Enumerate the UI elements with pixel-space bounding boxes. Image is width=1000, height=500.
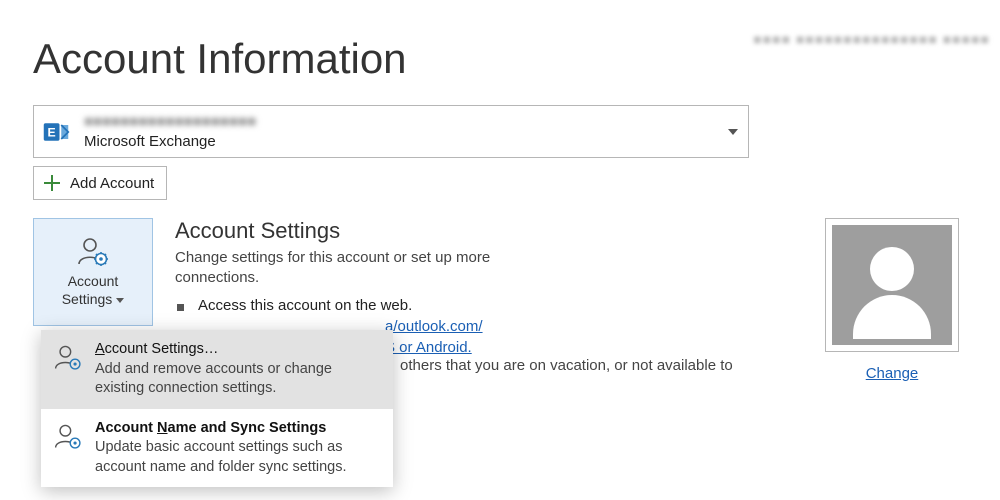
- chevron-down-icon: [728, 129, 738, 135]
- menu-item-account-settings[interactable]: Account Settings… Add and remove account…: [41, 330, 393, 409]
- plus-icon: [42, 173, 62, 193]
- section-description: Change settings for this account or set …: [175, 248, 495, 289]
- user-gear-icon: [76, 236, 110, 266]
- section-title: Account Settings: [175, 218, 785, 244]
- menu-item-title: Account Settings…: [95, 340, 381, 360]
- topbar-blurred-text: ■■■■ ■■■■■■■■■■■■■■■ ■■■■■: [753, 31, 990, 47]
- menu-item-name-sync-settings[interactable]: Account Name and Sync Settings Update ba…: [41, 409, 393, 488]
- chevron-down-icon: [116, 298, 124, 303]
- add-account-button[interactable]: Add Account: [33, 166, 167, 200]
- profile-picture-frame: [825, 218, 959, 352]
- tile-label-line2: Settings: [62, 291, 113, 307]
- outlook-web-link[interactable]: a/outlook.com/: [385, 318, 483, 335]
- avatar-placeholder-icon: [832, 225, 952, 345]
- bullet-icon: [177, 304, 184, 311]
- menu-item-title: Account Name and Sync Settings: [95, 419, 381, 439]
- exchange-icon: E: [42, 118, 70, 146]
- tile-label-line1: Account: [68, 273, 119, 289]
- account-settings-tile[interactable]: Account Settings: [33, 218, 153, 326]
- account-selector[interactable]: E ■■■■■■■■■■■■■■■■■■■ Microsoft Exchange: [33, 105, 749, 158]
- change-picture-link[interactable]: Change: [817, 365, 967, 382]
- user-gear-icon: [53, 342, 83, 372]
- user-gear-icon: [53, 421, 83, 451]
- mobile-app-link[interactable]: S or Android.: [385, 339, 472, 356]
- menu-item-desc: Add and remove accounts or change existi…: [95, 360, 381, 399]
- add-account-label: Add Account: [70, 175, 154, 192]
- account-type: Microsoft Exchange: [84, 132, 256, 152]
- bullet-text: Access this account on the web.: [198, 297, 412, 314]
- account-settings-menu: Account Settings… Add and remove account…: [41, 330, 393, 487]
- menu-item-desc: Update basic account settings such as ac…: [95, 438, 381, 477]
- account-email: ■■■■■■■■■■■■■■■■■■■: [84, 112, 256, 132]
- svg-text:E: E: [48, 125, 56, 139]
- partial-text-fragment: others that you are on vacation, or not …: [400, 357, 733, 374]
